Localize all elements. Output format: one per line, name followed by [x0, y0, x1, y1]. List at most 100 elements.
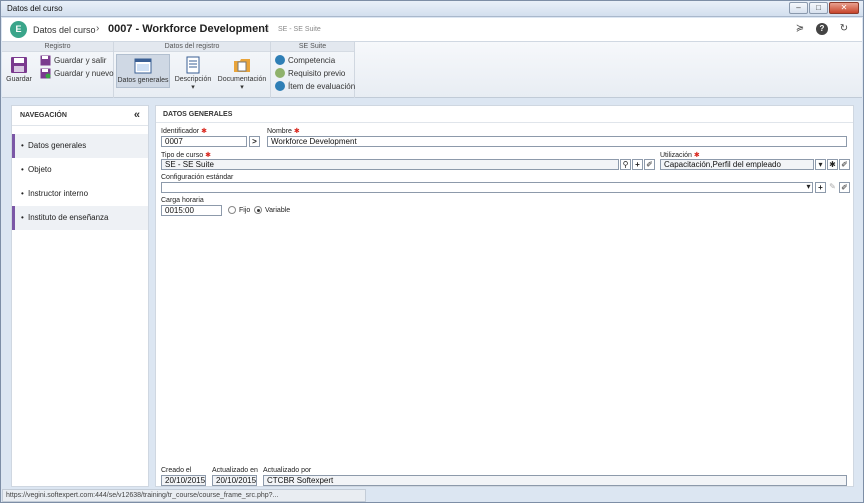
- sidebar-title: NAVEGACIÓN: [20, 112, 67, 119]
- descripcion-dropdown-icon[interactable]: ▾: [174, 83, 212, 91]
- required-icon: ✱: [205, 152, 211, 159]
- window-title: Datos del curso: [7, 4, 63, 13]
- descripcion-label: Descripción: [174, 76, 212, 83]
- ribbon-group-se-suite: SE Suite Competencia Requisito previo Ít…: [271, 42, 355, 98]
- datos-generales-button[interactable]: Datos generales: [116, 54, 170, 88]
- variable-label: Variable: [265, 206, 291, 214]
- search-icon[interactable]: ⚲: [620, 159, 631, 170]
- fijo-label: Fijo: [239, 206, 251, 214]
- save-and-exit-label: Guardar y salir: [54, 56, 107, 65]
- collapse-header-icon[interactable]: ≽: [794, 23, 806, 35]
- item-evaluacion-button[interactable]: Ítem de evaluación: [275, 81, 355, 91]
- config-estandar-label: Configuración estándar: [161, 174, 234, 181]
- save-button-label: Guardar: [6, 76, 32, 83]
- sidebar-item-instituto-ensenanza[interactable]: Instituto de enseñanza: [12, 206, 148, 230]
- floppy-disk-icon: [10, 56, 28, 74]
- save-and-exit-button[interactable]: Guardar y salir: [40, 55, 106, 66]
- collapse-sidebar-icon[interactable]: «: [134, 109, 140, 121]
- general-data-panel: DATOS GENERALES Identificador ✱ 0007 > N…: [155, 105, 854, 487]
- close-button[interactable]: ✕: [829, 2, 859, 14]
- actualizado-en-field: 20/10/2015: [212, 475, 257, 486]
- creado-el-label: Creado el: [161, 467, 192, 474]
- documentacion-dropdown-icon[interactable]: ▾: [216, 83, 268, 91]
- save-and-new-button[interactable]: Guardar y nuevo: [40, 68, 114, 79]
- fijo-radio[interactable]: Fijo: [228, 206, 250, 214]
- refresh-icon[interactable]: ↻: [838, 23, 850, 35]
- identificador-label: Identificador ✱: [161, 127, 207, 135]
- breadcrumb-divider: |: [267, 25, 269, 32]
- item-evaluacion-icon: [275, 81, 285, 91]
- app-header: E Datos del curso › 0007 - Workforce Dev…: [2, 18, 862, 42]
- tipo-curso-field[interactable]: SE - SE Suite: [161, 159, 619, 170]
- requisito-previo-icon: [275, 68, 285, 78]
- save-and-new-label: Guardar y nuevo: [54, 69, 114, 78]
- utilizacion-label-text: Utilización: [660, 152, 692, 159]
- documentacion-button[interactable]: Documentación ▾: [216, 56, 268, 91]
- carga-horaria-label: Carga horaria: [161, 197, 204, 204]
- application-window: Datos del curso – □ ✕ E Datos del curso …: [0, 0, 864, 503]
- carga-horaria-input[interactable]: 0015:00: [161, 205, 222, 216]
- document-text-icon: [184, 56, 202, 74]
- competencia-button[interactable]: Competencia: [275, 55, 335, 65]
- actualizado-en-label: Actualizado en: [212, 467, 258, 474]
- documentacion-label: Documentación: [217, 76, 267, 83]
- chevron-down-icon[interactable]: ▾: [803, 182, 814, 193]
- required-icon: ✱: [693, 152, 700, 159]
- ribbon-group-label: Registro: [2, 42, 113, 52]
- tipo-curso-label: Tipo de curso ✱: [161, 151, 211, 159]
- variable-radio[interactable]: Variable: [254, 206, 290, 214]
- actualizado-por-label: Actualizado por: [263, 467, 312, 474]
- nombre-input[interactable]: Workforce Development: [267, 136, 847, 147]
- descripcion-button[interactable]: Descripción ▾: [174, 56, 212, 91]
- asterisk-icon[interactable]: ✱: [827, 159, 838, 170]
- item-evaluacion-label: Ítem de evaluación: [288, 81, 356, 91]
- panel-title: DATOS GENERALES: [163, 111, 233, 118]
- datos-generales-label: Datos generales: [117, 77, 169, 84]
- nombre-label-text: Nombre: [267, 128, 292, 135]
- save-exit-icon: [40, 55, 51, 66]
- fijo-radio-dot[interactable]: [228, 206, 236, 214]
- app-logo-icon: E: [10, 21, 27, 38]
- folder-documents-icon: [233, 56, 251, 74]
- requisito-previo-label: Requisito previo: [288, 68, 346, 78]
- next-id-arrow-icon[interactable]: >: [249, 136, 260, 147]
- add-icon[interactable]: +: [632, 159, 643, 170]
- identificador-label-text: Identificador: [161, 128, 200, 135]
- sidebar-item-objeto[interactable]: Objeto: [12, 158, 148, 182]
- help-icon[interactable]: ?: [816, 23, 828, 35]
- variable-radio-dot[interactable]: [254, 206, 262, 214]
- maximize-button[interactable]: □: [809, 2, 828, 14]
- navigation-sidebar: NAVEGACIÓN « Datos generales Objeto Inst…: [11, 105, 149, 487]
- required-icon: ✱: [201, 128, 207, 135]
- add-icon[interactable]: +: [815, 182, 826, 193]
- sidebar-header: NAVEGACIÓN «: [12, 106, 148, 126]
- ribbon-group-datos-registro: Datos del registro Datos generales Descr…: [114, 42, 271, 98]
- required-icon: ✱: [293, 128, 300, 135]
- window-titlebar: Datos del curso – □ ✕: [1, 1, 863, 17]
- sidebar-item-datos-generales[interactable]: Datos generales: [12, 134, 148, 158]
- window-form-icon: [134, 57, 152, 75]
- utilizacion-select[interactable]: Capacitación,Perfil del empleado: [660, 159, 814, 170]
- ribbon-group-label: SE Suite: [271, 42, 354, 52]
- chevron-down-icon[interactable]: ▾: [815, 159, 826, 170]
- clear-field-icon[interactable]: ✐: [839, 182, 850, 193]
- breadcrumb-root[interactable]: Datos del curso: [33, 25, 96, 35]
- ribbon-group-registro: Registro Guardar Guardar y salir Guardar…: [2, 42, 114, 98]
- save-button[interactable]: Guardar: [6, 56, 32, 83]
- edit-pencil-icon[interactable]: ✎: [827, 182, 838, 193]
- panel-header: DATOS GENERALES: [156, 106, 853, 123]
- ribbon-toolbar: Registro Guardar Guardar y salir Guardar…: [2, 42, 862, 98]
- minimize-button[interactable]: –: [789, 2, 808, 14]
- identificador-input[interactable]: 0007: [161, 136, 247, 147]
- save-new-icon: [40, 68, 51, 79]
- clear-field-icon[interactable]: ✐: [644, 159, 655, 170]
- status-bar-url: https://vegini.softexpert.com:444/se/v12…: [2, 489, 366, 502]
- header-actions: ≽ ? ↻: [794, 23, 850, 35]
- sidebar-item-instructor-interno[interactable]: Instructor interno: [12, 182, 148, 206]
- clear-field-icon[interactable]: ✐: [839, 159, 850, 170]
- competencia-icon: [275, 55, 285, 65]
- breadcrumb-chevron-icon: ›: [96, 23, 100, 34]
- requisito-previo-button[interactable]: Requisito previo: [275, 68, 345, 78]
- config-estandar-select[interactable]: [161, 182, 813, 193]
- actualizado-por-field: CTCBR Softexpert: [263, 475, 847, 486]
